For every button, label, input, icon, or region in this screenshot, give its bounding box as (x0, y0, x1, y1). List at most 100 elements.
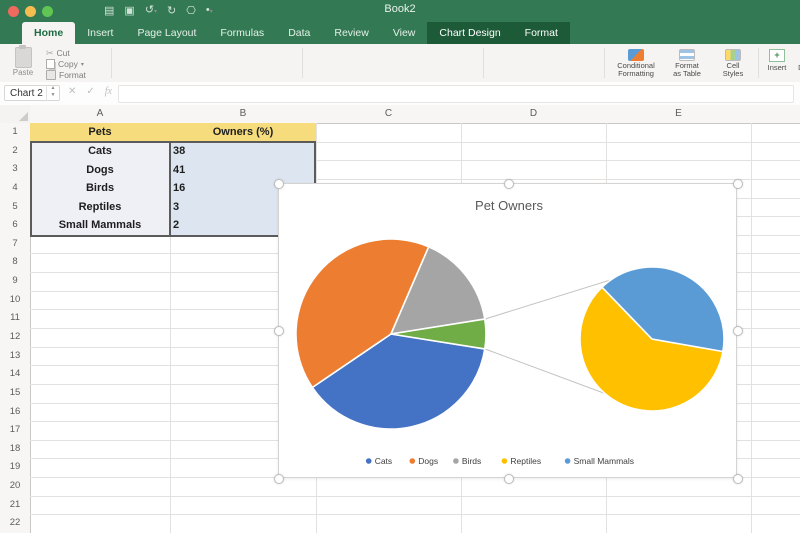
cell-a4[interactable]: Birds (30, 178, 170, 198)
row-header-14[interactable]: 14 (0, 365, 31, 384)
format-painter-label: Format (59, 70, 86, 80)
insert-cells-button[interactable]: + Insert (762, 49, 792, 72)
cell-a5[interactable]: Reptiles (30, 197, 170, 217)
row-header-4[interactable]: 4 (0, 178, 31, 198)
tab-review[interactable]: Review (322, 22, 380, 44)
column-header-d[interactable]: D (461, 105, 606, 124)
row-header-10[interactable]: 10 (0, 290, 31, 310)
cell-a3[interactable]: Dogs (30, 160, 170, 179)
chart-resize-handle[interactable] (274, 179, 284, 189)
legend-marker (501, 458, 508, 464)
chart-resize-handle[interactable] (274, 474, 284, 484)
cut-button[interactable]: ✂ Cut (46, 47, 108, 59)
excel-window: ▤ ▣ ↺▾ ↻ ⎔ •▾ Book2 Home Insert Page Layou… (0, 0, 800, 533)
legend-marker (365, 458, 372, 464)
chart-title[interactable]: Pet Owners (475, 198, 543, 213)
cell-styles-button[interactable]: Cell Styles (712, 49, 754, 78)
secondary-pie[interactable] (579, 266, 725, 412)
row-header-15[interactable]: 15 (0, 383, 31, 403)
row-header-16[interactable]: 16 (0, 402, 31, 422)
row-header-11[interactable]: 11 (0, 309, 31, 328)
main-pie[interactable] (295, 238, 487, 430)
cell-a1[interactable]: Pets (30, 123, 170, 142)
tab-data[interactable]: Data (276, 22, 322, 44)
row-header-8[interactable]: 8 (0, 253, 31, 273)
cell-a6[interactable]: Small Mammals (30, 216, 170, 235)
legend-label: Cats (375, 456, 392, 466)
paste-button[interactable]: Paste (6, 45, 40, 77)
chart-resize-handle[interactable] (733, 179, 743, 189)
row-header-17[interactable]: 17 (0, 421, 31, 440)
cell-a2[interactable]: Cats (30, 141, 170, 161)
tab-chart-design[interactable]: Chart Design (427, 22, 513, 44)
row-header-7[interactable]: 7 (0, 234, 31, 254)
gridline-horizontal (30, 495, 800, 497)
column-header-e[interactable]: E (606, 105, 751, 124)
cf-label-2: Formatting (618, 69, 654, 78)
ribbon-tab-bar: Home Insert Page Layout Formulas Data Review V… (0, 22, 800, 44)
cancel-entry-icon[interactable]: ✕ (68, 86, 76, 97)
chart-resize-handle[interactable] (504, 474, 514, 484)
fat-label-2: as Table (673, 69, 701, 78)
formula-bar: Chart 2 ▲ ▼ ✕ ✓ fx (0, 82, 800, 106)
row-header-2[interactable]: 2 (0, 141, 31, 161)
conditional-formatting-button[interactable]: Conditional Formatting (608, 49, 664, 78)
copy-button[interactable]: Copy ▾ (46, 59, 108, 69)
cell-b3[interactable]: 41 (170, 160, 316, 179)
tab-page-layout[interactable]: Page Layout (125, 22, 208, 44)
column-header-a[interactable]: A (30, 105, 170, 124)
column-header-partial[interactable] (751, 105, 800, 124)
select-all-corner[interactable] (0, 105, 31, 124)
pie-of-pie-chart[interactable]: Pet Owners Cats Dogs Birds Reptiles Small Mam… (279, 184, 736, 477)
row-header-6[interactable]: 6 (0, 216, 31, 235)
column-header-c[interactable]: C (316, 105, 461, 124)
tab-view[interactable]: View (381, 22, 428, 44)
cell-b1[interactable]: Owners (%) (170, 123, 316, 142)
chart-object[interactable]: Pet Owners Cats Dogs Birds Reptiles Small Mam… (278, 183, 737, 478)
name-box-stepper[interactable]: ▲ ▼ (46, 85, 59, 101)
row-header-9[interactable]: 9 (0, 272, 31, 291)
legend-label: Dogs (418, 456, 438, 466)
copy-icon (46, 59, 55, 69)
range-border-middle (169, 141, 171, 235)
row-header-18[interactable]: 18 (0, 439, 31, 459)
group-separator (111, 48, 112, 78)
row-header-20[interactable]: 20 (0, 477, 31, 496)
workbook-title: Book2 (384, 3, 416, 15)
tab-insert[interactable]: Insert (75, 22, 125, 44)
row-header-3[interactable]: 3 (0, 160, 31, 179)
tab-format[interactable]: Format (512, 22, 570, 44)
insert-function-icon[interactable]: fx (105, 86, 112, 97)
row-header-1[interactable]: 1 (0, 123, 31, 142)
scissors-icon: ✂ (46, 47, 54, 58)
row-header-19[interactable]: 19 (0, 458, 31, 478)
legend-label: Birds (462, 456, 481, 466)
copy-dropdown-icon: ▾ (80, 61, 84, 68)
chart-resize-handle[interactable] (274, 326, 284, 336)
row-header-5[interactable]: 5 (0, 197, 31, 217)
row-header-12[interactable]: 12 (0, 328, 31, 347)
row-header-13[interactable]: 13 (0, 346, 31, 366)
cell-b2[interactable]: 38 (170, 141, 316, 161)
copy-label: Copy (58, 59, 78, 69)
tab-formulas[interactable]: Formulas (208, 22, 276, 44)
group-separator (604, 48, 605, 78)
chart-resize-handle[interactable] (733, 326, 743, 336)
row-header-22[interactable]: 22 (0, 514, 31, 533)
delete-cells-button[interactable]: × Delete (794, 49, 800, 72)
row-header-21[interactable]: 21 (0, 495, 31, 515)
format-as-table-icon (679, 49, 695, 61)
group-separator (483, 48, 484, 78)
gridline-horizontal (30, 514, 800, 516)
formula-input[interactable] (118, 85, 794, 103)
chart-legend[interactable]: Cats Dogs Birds Reptiles Small Mammals (365, 456, 634, 466)
chart-resize-handle[interactable] (733, 474, 743, 484)
title-bar: ▤ ▣ ↺▾ ↻ ⎔ •▾ Book2 (0, 0, 800, 22)
legend-label: Reptiles (510, 456, 541, 466)
tab-home[interactable]: Home (22, 22, 76, 44)
column-header-b[interactable]: B (170, 105, 316, 124)
format-as-table-button[interactable]: Format as Table (664, 49, 710, 78)
confirm-entry-icon[interactable]: ✓ (86, 86, 94, 97)
format-painter-button[interactable]: Format (46, 70, 108, 80)
chart-resize-handle[interactable] (504, 179, 514, 189)
